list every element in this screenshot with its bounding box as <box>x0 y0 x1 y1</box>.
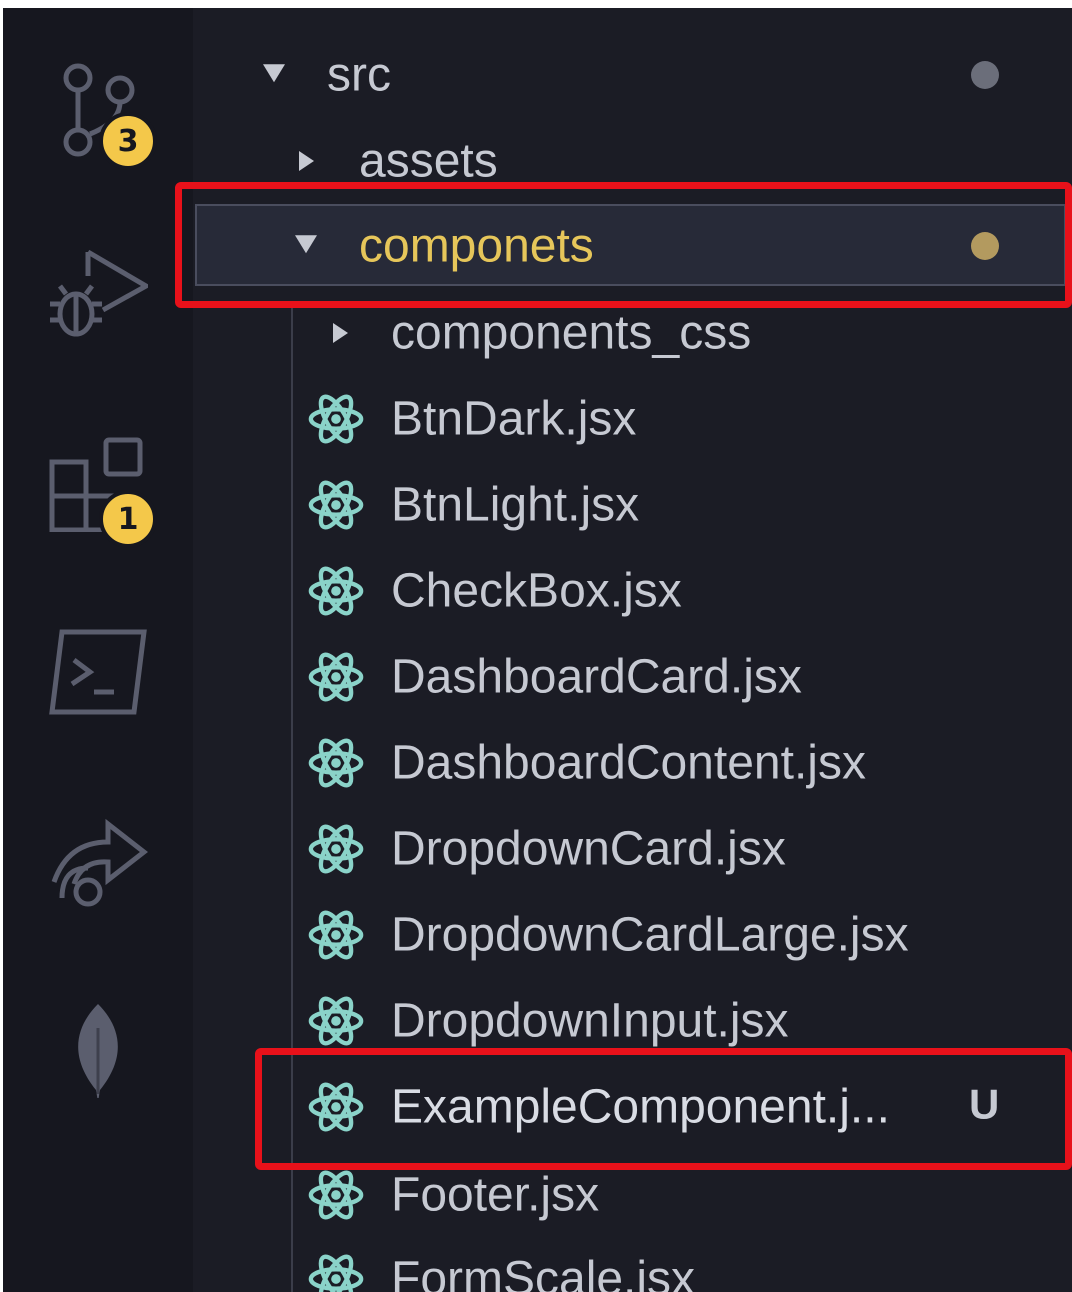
vscode-window: 3 1 src assets componets components_css … <box>3 8 1072 1292</box>
react-file-icon <box>307 992 365 1050</box>
file-label: DashboardCard.jsx <box>391 650 802 704</box>
react-file-icon <box>307 820 365 878</box>
mongodb-leaf-icon[interactable] <box>48 998 148 1102</box>
file-label: DropdownInput.jsx <box>391 994 789 1048</box>
file-row[interactable]: CheckBox.jsx <box>193 548 1072 634</box>
file-label: DropdownCard.jsx <box>391 822 786 876</box>
react-file-icon <box>307 734 365 792</box>
chevron-right-icon <box>299 151 314 171</box>
file-row[interactable]: DashboardContent.jsx <box>193 720 1072 806</box>
react-file-icon <box>307 648 365 706</box>
modified-dot-icon <box>971 61 999 89</box>
extensions-badge: 1 <box>99 490 157 548</box>
react-file-icon <box>307 562 365 620</box>
chevron-down-icon <box>263 64 285 83</box>
file-label: CheckBox.jsx <box>391 564 682 618</box>
file-label: DashboardContent.jsx <box>391 736 866 790</box>
folder-components-css-label: components_css <box>391 306 752 360</box>
activity-bar: 3 1 <box>3 8 193 1292</box>
react-file-icon <box>307 1166 365 1224</box>
remote-share-icon[interactable] <box>48 812 149 912</box>
file-row[interactable]: DropdownCardLarge.jsx <box>193 892 1072 978</box>
file-row[interactable]: FormScale.jsx <box>193 1236 1072 1292</box>
react-file-icon <box>307 476 365 534</box>
react-file-icon <box>307 1250 365 1292</box>
highlight-box-componets <box>175 182 1072 308</box>
folder-src[interactable]: src <box>193 32 1072 118</box>
folder-assets-label: assets <box>359 134 498 188</box>
react-file-icon <box>307 906 365 964</box>
file-label: BtnDark.jsx <box>391 392 637 446</box>
react-file-icon <box>307 390 365 448</box>
file-explorer: src assets componets components_css BtnD… <box>175 8 1072 1292</box>
tree-row-partial <box>193 8 1072 28</box>
chevron-right-icon <box>333 323 348 343</box>
file-row[interactable]: DropdownCard.jsx <box>193 806 1072 892</box>
file-row[interactable]: DashboardCard.jsx <box>193 634 1072 720</box>
terminal-icon[interactable] <box>48 622 148 722</box>
file-label: FormScale.jsx <box>391 1252 696 1292</box>
file-label: Footer.jsx <box>391 1168 600 1222</box>
folder-src-label: src <box>327 48 391 102</box>
file-row[interactable]: BtnDark.jsx <box>193 376 1072 462</box>
file-label: BtnLight.jsx <box>391 478 640 532</box>
run-debug-icon[interactable] <box>48 244 152 344</box>
file-row[interactable]: BtnLight.jsx <box>193 462 1072 548</box>
file-label: DropdownCardLarge.jsx <box>391 908 909 962</box>
highlight-box-example <box>255 1048 1072 1170</box>
source-control-badge: 3 <box>99 112 157 170</box>
